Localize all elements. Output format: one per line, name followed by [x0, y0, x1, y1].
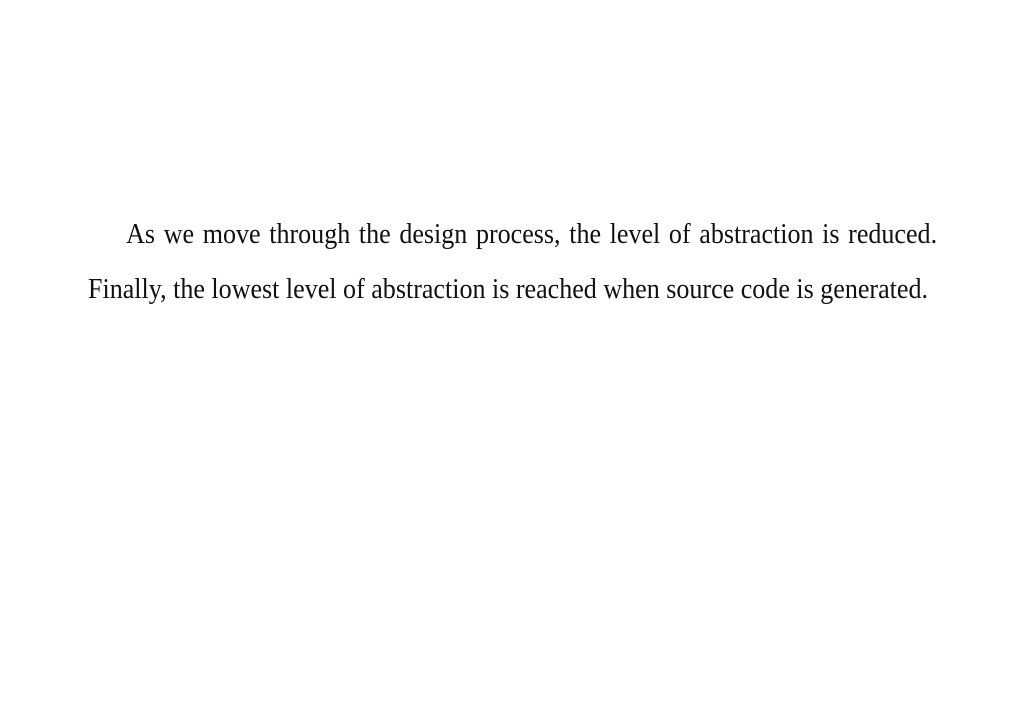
body-paragraph: As we move through the design process, t… [88, 219, 938, 305]
document-page: As we move through the design process, t… [0, 0, 1024, 724]
